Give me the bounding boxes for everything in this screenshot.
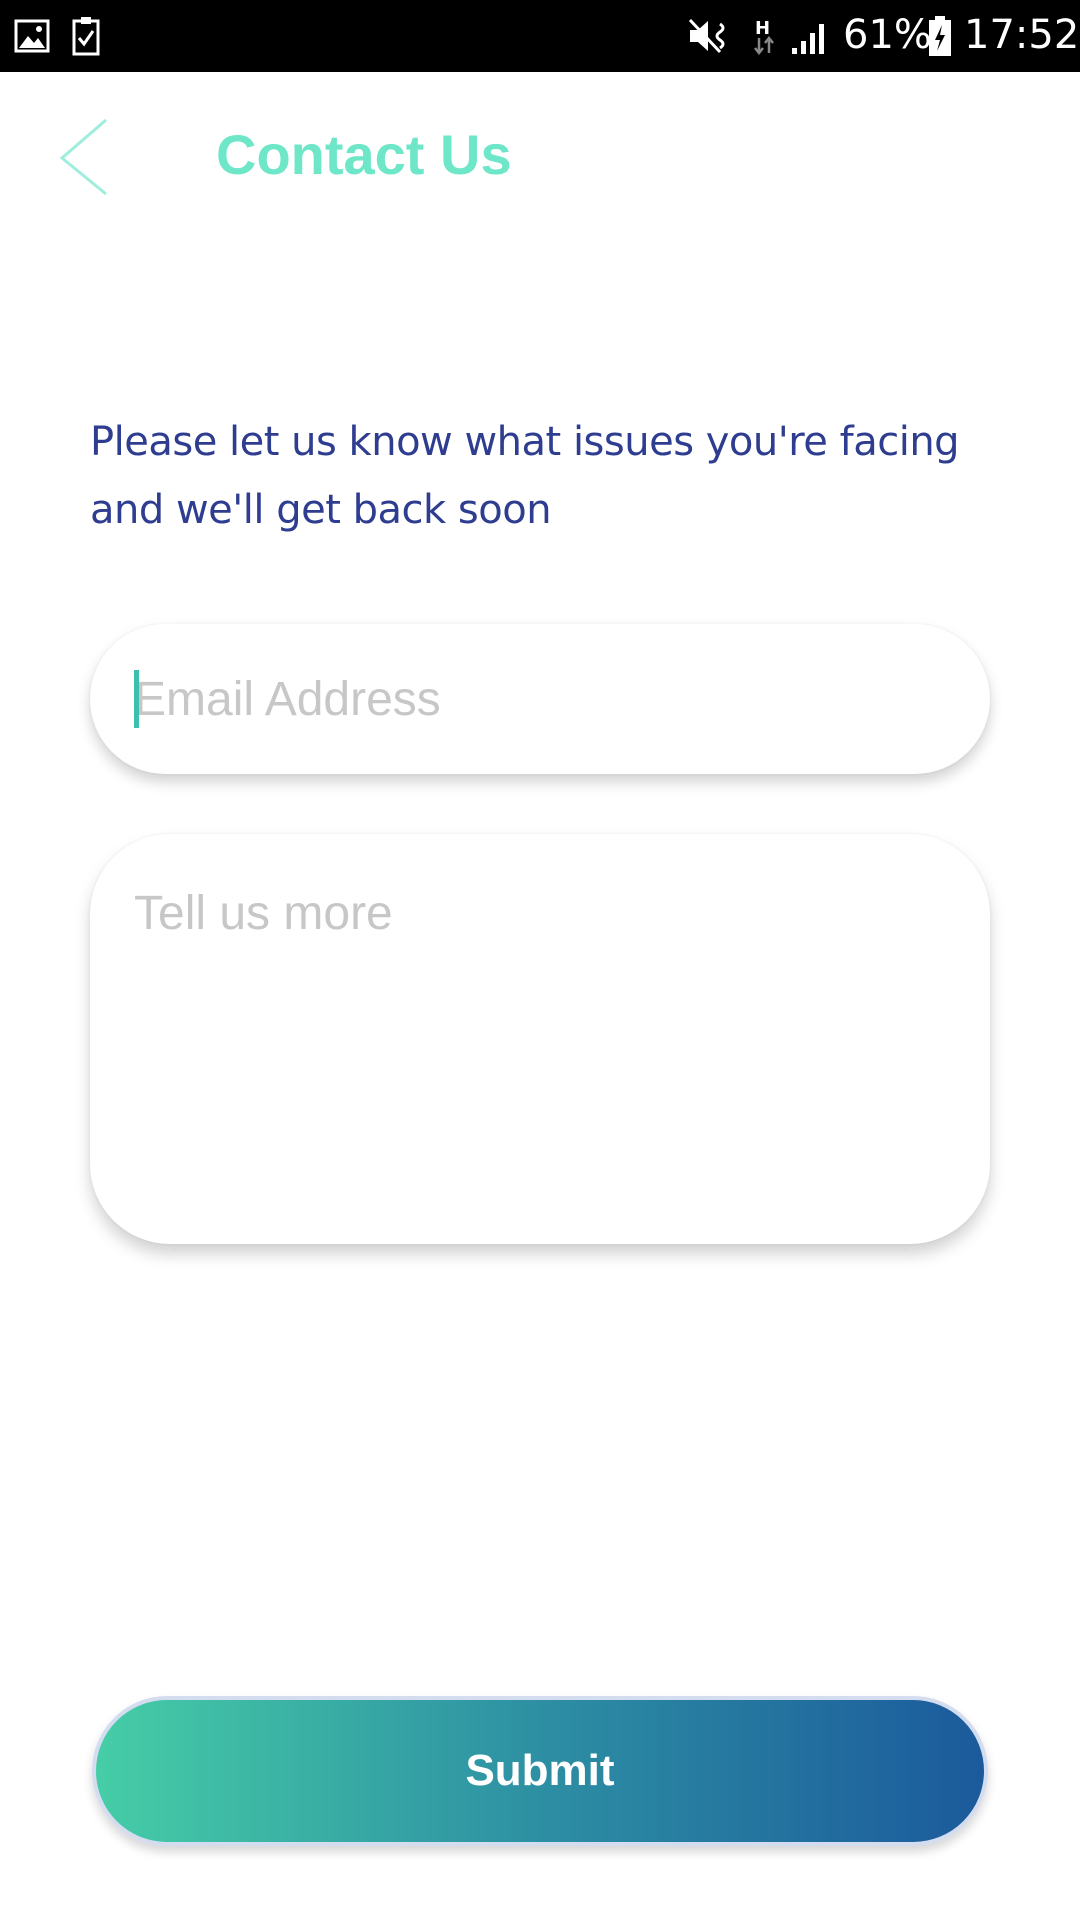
chevron-left-icon — [59, 118, 107, 196]
battery-charging-icon — [929, 16, 951, 56]
message-field-container — [90, 834, 990, 1244]
mute-vibrate-icon — [688, 18, 725, 54]
checklist-icon — [72, 17, 100, 56]
submit-button[interactable]: Submit — [92, 1696, 988, 1846]
svg-text:H: H — [755, 18, 770, 39]
email-field-container — [90, 624, 990, 774]
signal-icon — [792, 24, 824, 54]
contact-us-screen: H 61% 17:52 Contact Us Please let us kno… — [0, 0, 1080, 1920]
intro-line-2: and we'll get back soon — [90, 487, 552, 533]
text-cursor — [134, 670, 139, 728]
email-field[interactable] — [134, 624, 944, 774]
status-bar: H 61% 17:52 — [0, 0, 1080, 72]
gallery-icon — [14, 19, 50, 53]
intro-line-1: Please let us know what issues you're fa… — [90, 419, 960, 465]
page-title: Contact Us — [216, 123, 512, 186]
clock: 17:52 — [964, 12, 1080, 58]
back-button[interactable] — [50, 112, 120, 202]
data-h-icon: H — [754, 18, 774, 56]
battery-percent: 61% — [843, 12, 932, 58]
message-field[interactable] — [134, 886, 944, 1206]
intro-text: Please let us know what issues you're fa… — [90, 408, 990, 544]
